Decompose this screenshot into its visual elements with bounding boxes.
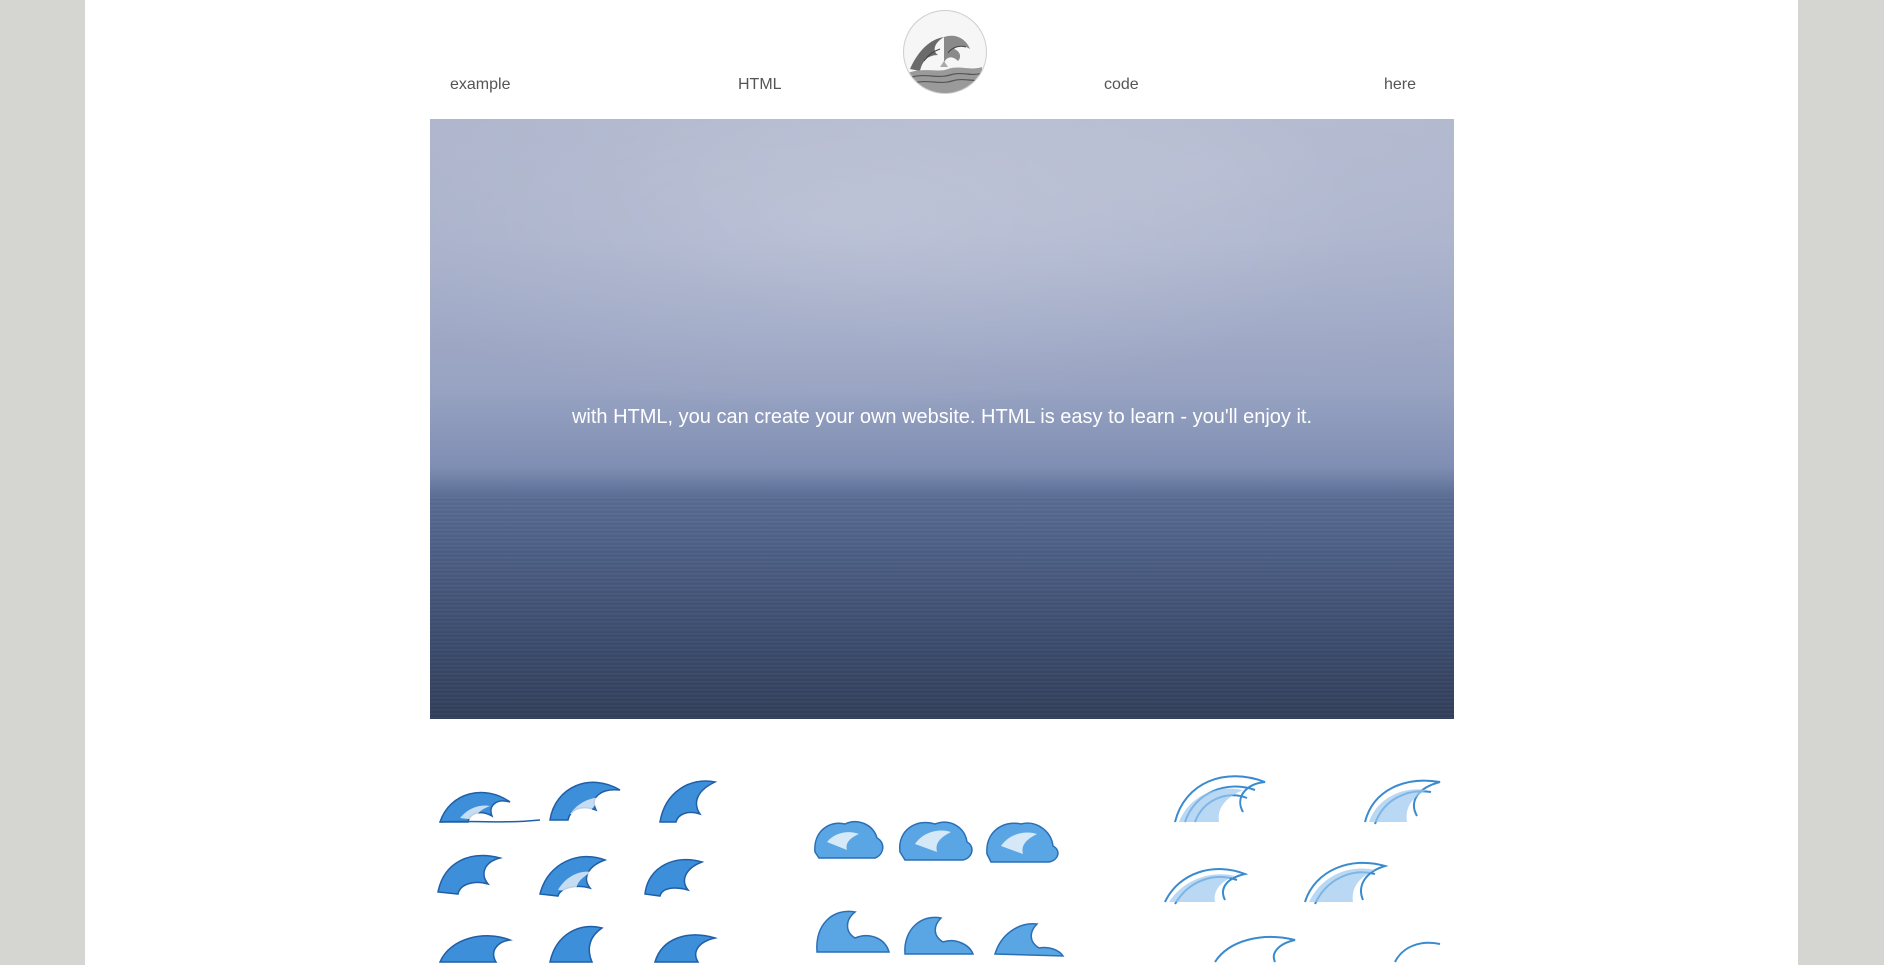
nav-link-code[interactable]: code [1104, 76, 1139, 94]
great-wave-logo-icon[interactable] [903, 10, 987, 94]
wave-illustration-set-3[interactable] [1155, 762, 1455, 965]
top-navigation: example HTML code here [85, 0, 1798, 118]
wave-illustration-set-1[interactable] [430, 762, 730, 965]
wave-illustration-set-2[interactable] [805, 762, 1080, 965]
nav-link-here[interactable]: here [1384, 76, 1416, 94]
hero-text: with HTML, you can create your own websi… [571, 406, 1313, 428]
hero-ocean-photo: with HTML, you can create your own websi… [430, 119, 1454, 719]
nav-link-example[interactable]: example [450, 76, 510, 94]
nav-link-html[interactable]: HTML [738, 76, 782, 94]
page-container: example HTML code here with HTML, you ca… [85, 0, 1798, 965]
